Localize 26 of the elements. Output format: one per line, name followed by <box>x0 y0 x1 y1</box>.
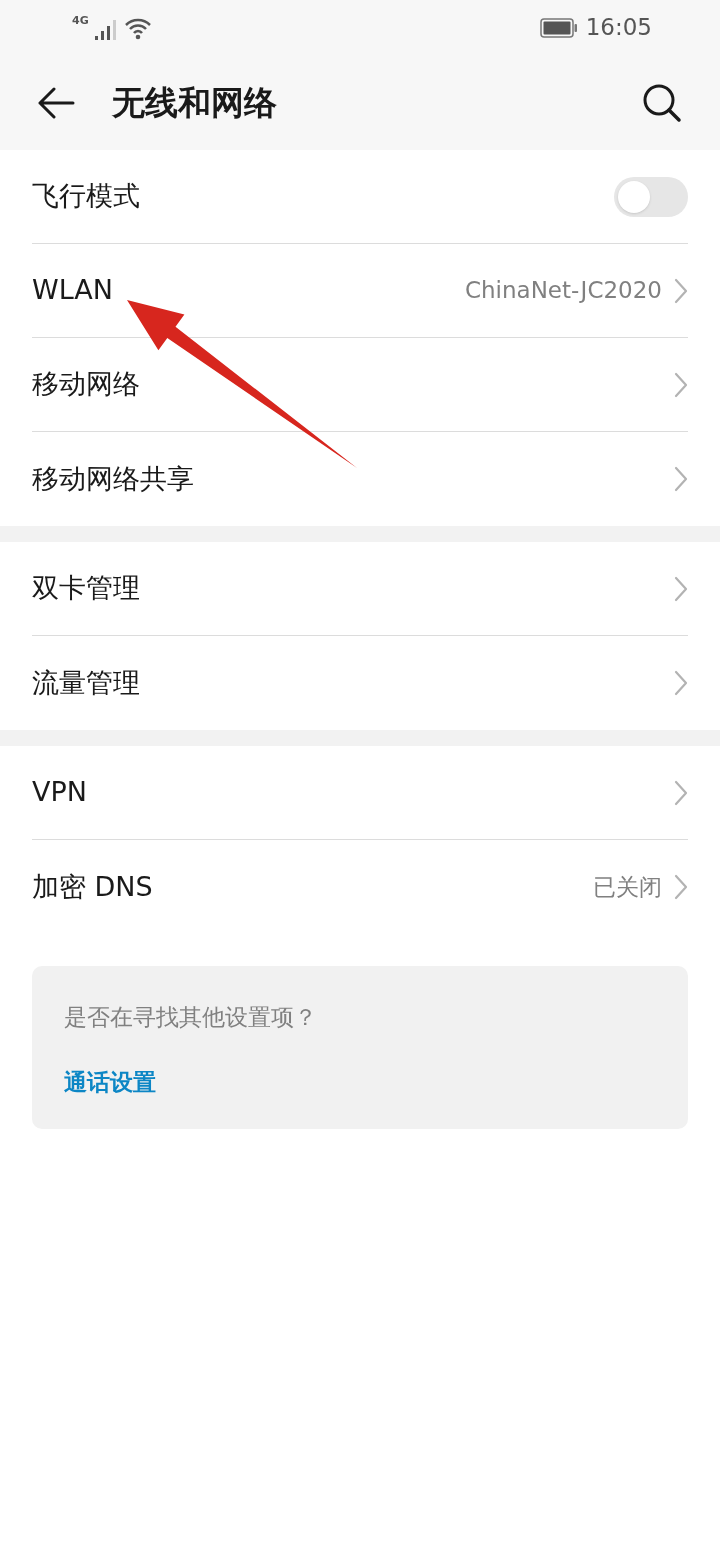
chevron-icon <box>674 670 688 696</box>
chevron-icon <box>674 371 688 398</box>
chevron-icon <box>674 466 688 492</box>
suggestion-prompt: 是否在寻找其他设置项？ <box>64 1003 317 1032</box>
network-type: 4G <box>72 15 89 26</box>
chevron-icon <box>674 779 688 806</box>
chevron-icon <box>674 874 688 900</box>
setting-label[interactable]: 飞行模式 <box>32 176 140 217</box>
setting-label[interactable]: 移动网络共享 <box>32 458 194 500</box>
setting-label[interactable]: 加密 DNS <box>32 866 153 908</box>
chevron-icon <box>674 277 688 304</box>
setting-label[interactable]: 双卡管理 <box>32 568 140 609</box>
signal-icon <box>94 20 119 40</box>
chevron-icon <box>674 575 688 602</box>
row-value: ChinaNet-JC2020 <box>464 276 662 306</box>
suggestion-link[interactable]: 通话设置 <box>64 1064 156 1099</box>
setting-label[interactable]: VPN <box>32 772 87 813</box>
clock: 16:05 <box>585 13 652 43</box>
setting-label[interactable]: 流量管理 <box>32 662 140 704</box>
battery-icon <box>539 17 578 38</box>
page-title: 无线和网络 <box>112 81 278 124</box>
setting-label[interactable]: 移动网络 <box>32 364 140 405</box>
toggle-switch[interactable] <box>614 176 688 217</box>
row-value: 已关闭 <box>593 872 662 902</box>
setting-label[interactable]: WLAN <box>32 270 114 311</box>
wifi-icon <box>124 18 151 40</box>
